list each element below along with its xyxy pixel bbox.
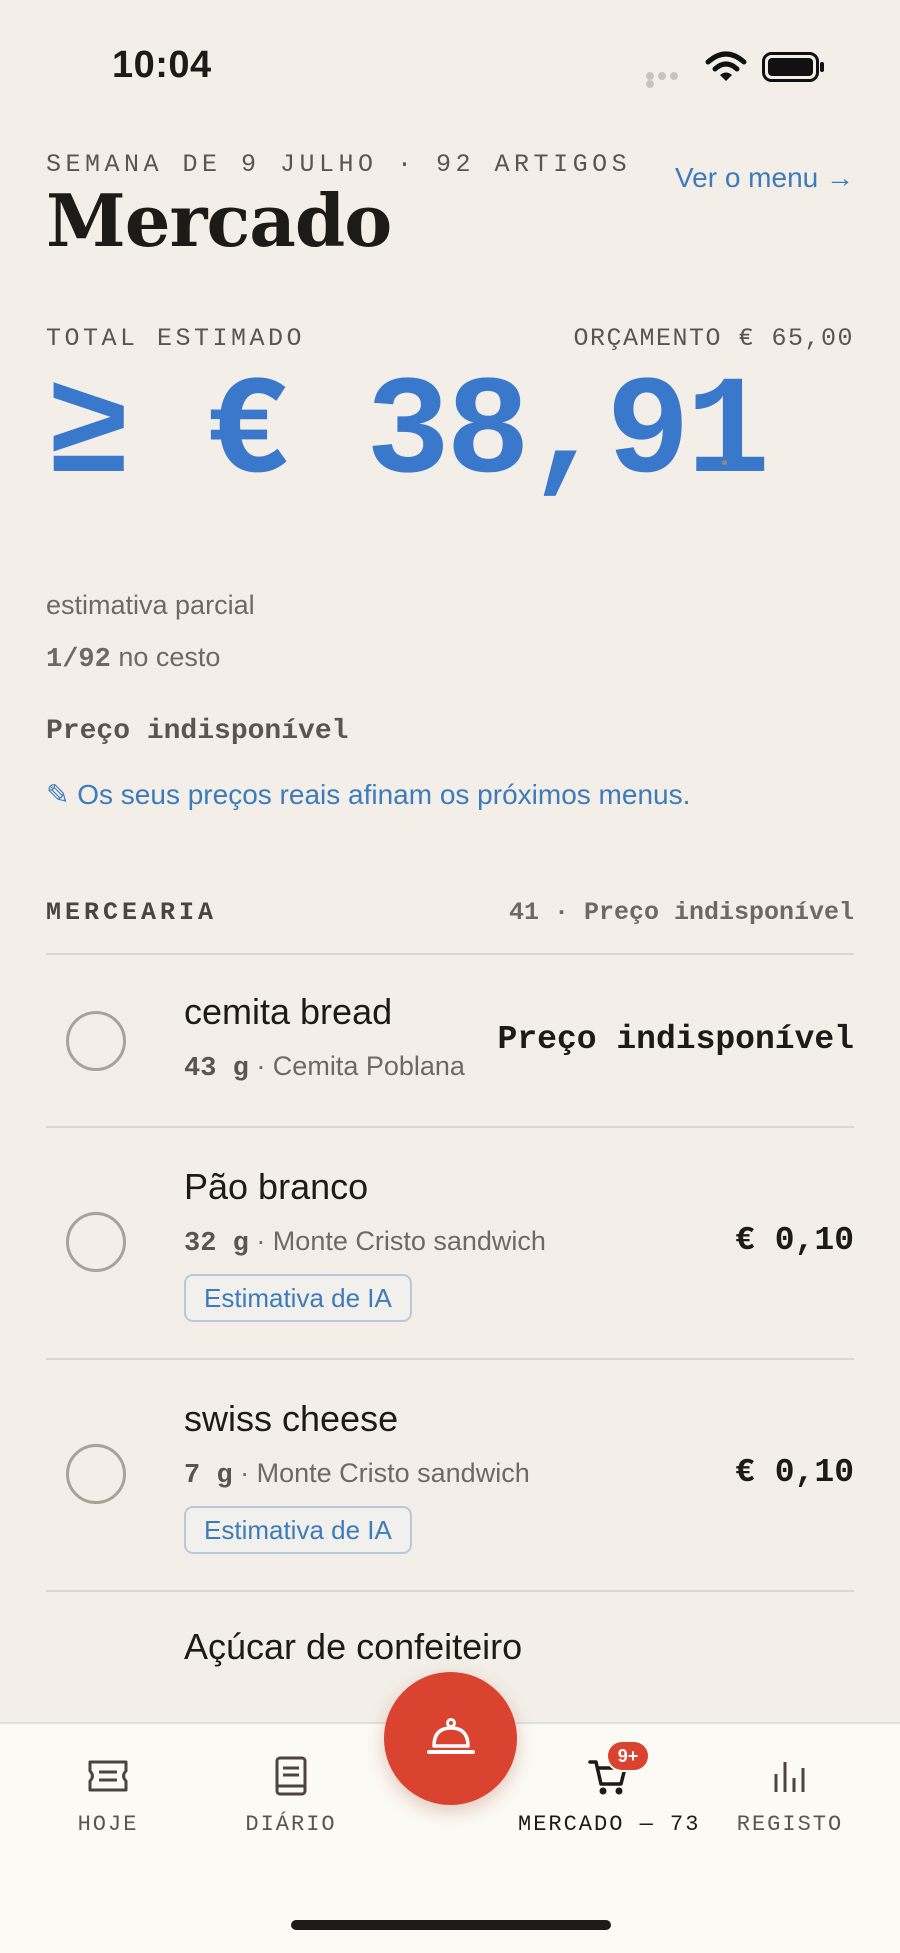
item-price: € 0,10	[735, 1222, 854, 1259]
list-item[interactable]: cemita bread 43 g · Cemita Poblana Preço…	[46, 955, 854, 1127]
book-icon	[275, 1756, 307, 1796]
list-item[interactable]: swiss cheese 7 g · Monte Cristo sandwich…	[46, 1360, 854, 1590]
status-time: 10:04	[112, 44, 212, 86]
home-indicator	[291, 1920, 611, 1930]
ai-estimate-badge: Estimativa de IA	[184, 1506, 412, 1554]
item-name: cemita bread	[184, 991, 393, 1032]
estimated-total: ≥ € 38,91	[46, 355, 770, 514]
item-details: 7 g · Monte Cristo sandwich	[184, 1458, 530, 1491]
battery-icon	[762, 52, 824, 82]
chart-icon	[774, 1762, 805, 1792]
tab-label: MERCADO — 73	[518, 1812, 701, 1837]
section-meta: 41 · Preço indisponível	[508, 898, 854, 927]
cellular-signal-icon	[646, 72, 692, 88]
tab-label: DIÁRIO	[245, 1812, 337, 1837]
item-quantity: 7 g	[184, 1461, 233, 1491]
item-details: 32 g · Monte Cristo sandwich	[184, 1226, 546, 1259]
status-bar: 10:04	[0, 0, 900, 120]
page-header: SEMANA DE 9 JULHO · 92 ARTIGOS Mercado V…	[46, 150, 854, 261]
item-recipe: · Monte Cristo sandwich	[232, 1458, 530, 1488]
ticket-icon	[88, 1760, 128, 1792]
item-recipe: · Cemita Poblana	[248, 1051, 465, 1081]
total-dot-mark	[722, 460, 727, 465]
basket-count: 1/92 no cesto	[46, 642, 220, 675]
section-name: MERCEARIA	[46, 898, 218, 927]
tab-label: REGISTO	[736, 1812, 844, 1837]
item-quantity: 43 g	[184, 1054, 249, 1084]
item-details: 43 g · Cemita Poblana	[184, 1051, 465, 1084]
item-quantity: 32 g	[184, 1229, 249, 1259]
item-checkbox[interactable]	[66, 1444, 126, 1504]
item-name: Pão branco	[184, 1166, 369, 1207]
cook-fab-button[interactable]	[384, 1672, 517, 1805]
totals-header: TOTAL ESTIMADO ORÇAMENTO € 65,00	[46, 324, 854, 356]
item-checkbox[interactable]	[66, 1212, 126, 1272]
tab-mercado[interactable]: MERCADO — 73	[518, 1754, 698, 1837]
budget-label: ORÇAMENTO € 65,00	[573, 324, 854, 353]
cart-count-badge: 9+	[608, 1742, 648, 1770]
list-item[interactable]: Pão branco 32 g · Monte Cristo sandwich …	[46, 1128, 854, 1358]
section-header-grocery: MERCEARIA 41 · Preço indisponível	[46, 898, 854, 932]
item-checkbox[interactable]	[66, 1011, 126, 1071]
tab-diario[interactable]: DIÁRIO	[236, 1754, 346, 1837]
basket-count-value: 1/92	[46, 645, 111, 675]
price-unavailable-label: Preço indisponível	[46, 716, 349, 747]
basket-count-suffix: no cesto	[110, 642, 221, 672]
item-name: Açúcar de confeiteiro	[184, 1626, 523, 1667]
cloche-icon	[427, 1718, 475, 1754]
tab-hoje[interactable]: HOJE	[68, 1754, 148, 1837]
partial-estimate-label: estimativa parcial	[46, 590, 255, 620]
item-recipe: · Monte Cristo sandwich	[248, 1226, 546, 1256]
total-label: TOTAL ESTIMADO	[46, 324, 306, 353]
view-menu-link[interactable]: Ver o menu →	[675, 162, 854, 194]
real-prices-info-link[interactable]: ✎ Os seus preços reais afinam os próximo…	[46, 778, 690, 811]
item-name: swiss cheese	[184, 1398, 399, 1439]
tab-label: HOJE	[77, 1812, 139, 1837]
tab-registo[interactable]: REGISTO	[730, 1754, 850, 1837]
wifi-icon	[705, 51, 747, 81]
item-price: Preço indisponível	[497, 1021, 854, 1058]
ai-estimate-badge: Estimativa de IA	[184, 1274, 412, 1322]
item-price: € 0,10	[735, 1454, 854, 1491]
